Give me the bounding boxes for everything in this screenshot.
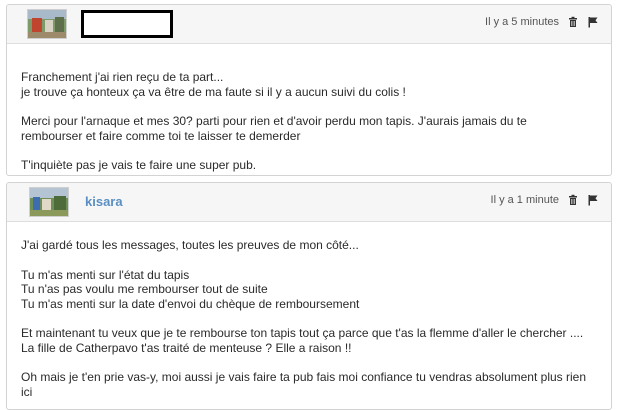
trash-icon[interactable]	[567, 16, 579, 28]
message-line: rembourser et faire comme toi te laisser…	[21, 128, 301, 143]
avatar[interactable]	[27, 9, 67, 39]
message-line: Franchement j'ai rien reçu de ta part...	[21, 70, 224, 84]
post-1: Il y a 5 minutes Franchement j'ai rien r…	[6, 4, 612, 176]
message-line: T'inquiète pas je vais te faire une supe…	[21, 158, 257, 172]
message-line: Et maintenant tu veux que je te rembours…	[21, 326, 584, 340]
flag-icon[interactable]	[587, 194, 599, 206]
message-line: Tu m'as menti sur l'état du tapis	[21, 267, 190, 282]
username[interactable]: kisara	[85, 194, 123, 209]
post-time: Il y a 5 minutes	[485, 16, 559, 28]
message-line: Tu n'as pas voulu me rembourser tout de …	[21, 282, 268, 296]
avatar[interactable]	[29, 187, 69, 217]
trash-icon[interactable]	[567, 194, 579, 206]
redacted-username	[81, 10, 173, 38]
post-meta: Il y a 5 minutes	[485, 16, 599, 28]
post-time: Il y a 1 minute	[490, 194, 559, 206]
post-2: kisara Il y a 1 minute J'ai gardé tous l…	[6, 182, 612, 410]
message-line: ici	[21, 384, 33, 399]
message-line: Merci pour l'arnaque et mes 30? parti po…	[21, 114, 527, 128]
message-line: La fille de Catherpavo t'as traité de me…	[21, 340, 352, 355]
post-body: Franchement j'ai rien reçu de ta part...…	[7, 44, 611, 173]
message-line: je trouve ça honteux ça va être de ma fa…	[21, 84, 406, 99]
post-meta: Il y a 1 minute	[491, 194, 599, 206]
flag-icon[interactable]	[587, 16, 599, 28]
post-header: Il y a 5 minutes	[7, 5, 611, 44]
message-line: Oh mais je t'en prie vas-y, moi aussi je…	[21, 370, 587, 384]
message-line: Tu m'as menti sur la date d'envoi du chè…	[21, 296, 360, 311]
post-body: J'ai gardé tous les messages, toutes les…	[7, 222, 611, 399]
post-header: kisara Il y a 1 minute	[7, 183, 611, 222]
message-line: J'ai gardé tous les messages, toutes les…	[21, 238, 359, 252]
